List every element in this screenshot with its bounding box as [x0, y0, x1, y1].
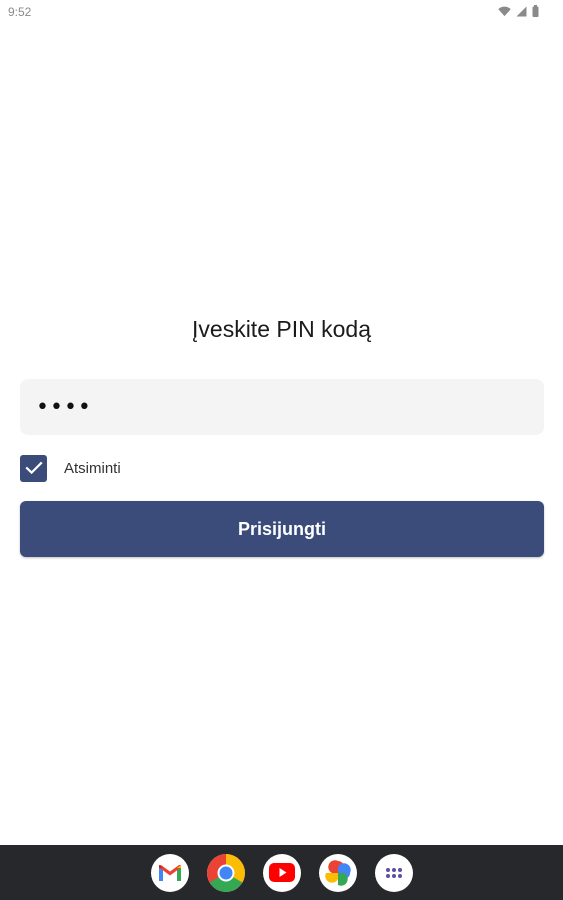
- login-screen: 9:52 Įveskite PIN kodą •••• Atsiminti Pr…: [0, 0, 563, 900]
- status-icons: [498, 5, 539, 17]
- gmail-icon[interactable]: [150, 853, 189, 892]
- photos-icon[interactable]: [318, 853, 357, 892]
- wifi-icon: [498, 6, 511, 17]
- app-drawer-icon[interactable]: [374, 853, 413, 892]
- pin-input[interactable]: [20, 379, 544, 435]
- status-time: 9:52: [8, 5, 32, 19]
- login-button[interactable]: Prisijungti: [20, 501, 544, 557]
- checkmark-icon: [24, 461, 43, 475]
- remember-label: Atsiminti: [64, 459, 121, 477]
- dock: [0, 845, 563, 900]
- pin-field[interactable]: [20, 379, 544, 435]
- chrome-icon[interactable]: [206, 853, 245, 892]
- signal-icon: [516, 6, 527, 17]
- battery-icon: [532, 5, 539, 17]
- youtube-icon[interactable]: [262, 853, 301, 892]
- remember-checkbox[interactable]: [20, 454, 47, 482]
- page-title: Įveskite PIN kodą: [192, 316, 371, 342]
- remember-row[interactable]: Atsiminti: [20, 454, 121, 482]
- status-bar: 9:52: [0, 0, 563, 24]
